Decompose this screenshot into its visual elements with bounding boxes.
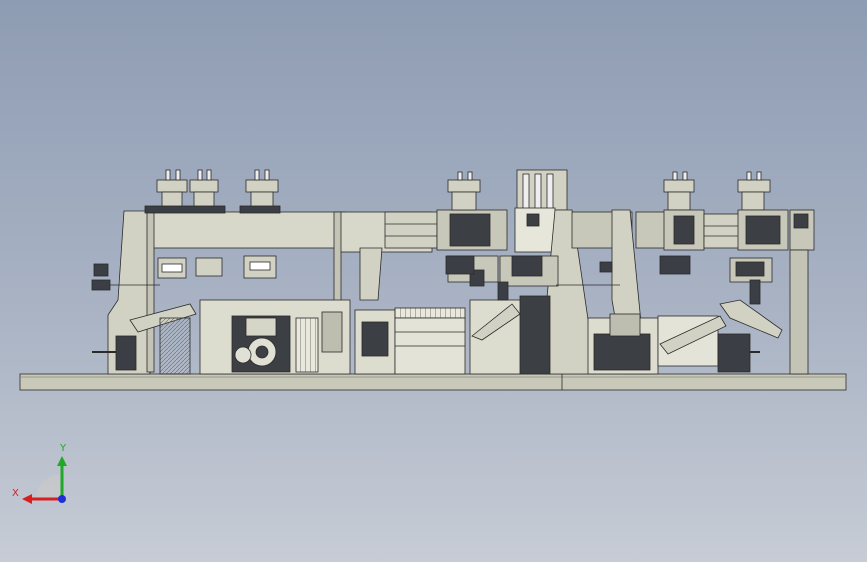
center-feed-block	[199, 299, 466, 375]
x-axis-label: X	[12, 488, 19, 499]
upper-horizontal-cylinder-left	[384, 209, 508, 251]
triad-plane	[35, 474, 62, 499]
upper-horizontal-cylinder-right	[635, 171, 815, 251]
base-plate	[19, 373, 847, 391]
center-left-vertical-cylinders	[447, 171, 481, 211]
cad-viewport[interactable]: Y X	[0, 0, 867, 562]
right-lower-cylinders	[587, 313, 760, 375]
axis-triad: Y X	[12, 443, 67, 504]
machine-assembly-drawing[interactable]	[0, 0, 867, 562]
y-axis-label: Y	[59, 443, 67, 454]
z-axis-dot	[58, 495, 66, 503]
left-vertical-cylinders	[144, 169, 281, 214]
y-axis-arrow	[57, 456, 67, 466]
x-axis-arrow	[22, 494, 32, 504]
